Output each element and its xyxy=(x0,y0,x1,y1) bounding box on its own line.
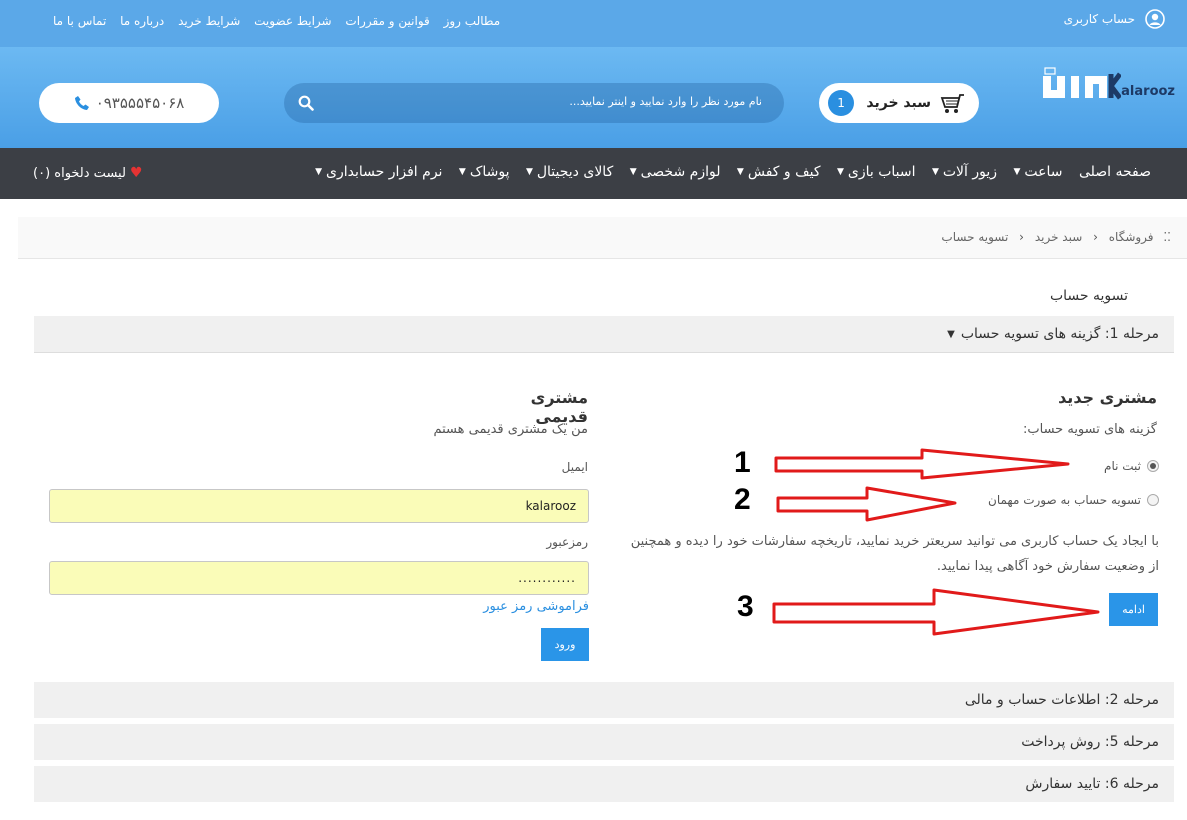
cart-label: سبد خرید xyxy=(866,95,931,111)
breadcrumb-checkout[interactable]: تسویه حساب xyxy=(941,230,1008,244)
step-2-title: مرحله 2: اطلاعات حساب و مالی xyxy=(964,692,1159,708)
nav-item-label: نرم افزار حسابداری xyxy=(326,164,443,180)
wishlist-label: لیست دلخواه (۰) xyxy=(33,165,126,181)
guest-label: تسویه حساب به صورت مهمان xyxy=(988,493,1141,507)
nav-item-label: زیور آلات xyxy=(942,164,998,180)
annotation-label-1: 1 xyxy=(734,446,751,479)
nav-item-label: اسباب بازی xyxy=(847,164,916,180)
user-icon xyxy=(1145,9,1165,29)
forgot-password-link[interactable]: فراموشی رمز عبور xyxy=(420,599,589,614)
chevron-down-icon: ▼ xyxy=(458,167,466,177)
nav-item-toys[interactable]: اسباب بازی▼ xyxy=(837,164,916,180)
cart-icon xyxy=(940,94,964,113)
breadcrumb-cart[interactable]: سبد خرید xyxy=(1035,230,1082,244)
logo-mark-icon xyxy=(1043,67,1122,100)
page-title: تسویه حساب xyxy=(1049,288,1128,304)
register-label: ثبت نام xyxy=(1104,459,1141,473)
arrow-3-icon xyxy=(772,588,1100,636)
top-bar: مطالب روز قوانین و مقررات شرایط عضویت شر… xyxy=(0,0,1187,47)
breadcrumb-bar: ⁚⁚ فروشگاه ‹ سبد خرید ‹ تسویه حساب xyxy=(18,217,1187,259)
chevron-left-icon: ‹ xyxy=(1093,230,1098,244)
guest-radio[interactable] xyxy=(1147,494,1159,506)
chevron-down-icon: ▼ xyxy=(1013,167,1021,177)
site-logo[interactable]: alarooz xyxy=(1041,66,1175,106)
password-field[interactable] xyxy=(49,561,589,595)
search-box[interactable]: نام مورد نظر را وارد نمایید و اینتر نمای… xyxy=(284,83,784,123)
nav-item-personal[interactable]: لوازم شخصی▼ xyxy=(630,164,721,180)
email-label: ایمیل xyxy=(561,460,588,474)
nav-item-digital[interactable]: کالای دیجیتال▼ xyxy=(526,164,613,180)
nav-item-label: پوشاک xyxy=(469,164,510,180)
top-link-rules[interactable]: قوانین و مقررات xyxy=(345,14,429,28)
login-button[interactable]: ورود xyxy=(541,628,589,661)
register-description: با ایجاد یک حساب کاربری می توانید سریعتر… xyxy=(630,534,1159,574)
top-link-daily-posts[interactable]: مطالب روز xyxy=(444,14,501,28)
arrow-1-icon xyxy=(774,448,1070,480)
breadcrumb-shop[interactable]: فروشگاه xyxy=(1109,230,1154,244)
continue-button[interactable]: ادامه xyxy=(1109,593,1158,626)
checkout-options-label: گزینه های تسویه حساب: xyxy=(1023,422,1157,437)
logo-text: alarooz xyxy=(1121,83,1175,99)
top-link-membership[interactable]: شرایط عضویت xyxy=(254,14,331,28)
phone-number: ۰۹۳۵۵۵۴۵۰۶۸ xyxy=(95,94,185,112)
main-nav: صفحه اصلی ساعت▼ زیور آلات▼ اسباب بازی▼ ک… xyxy=(0,148,1187,199)
arrow-2-icon xyxy=(776,486,957,522)
nav-item-label: کیف و کفش xyxy=(747,164,821,180)
top-link-about[interactable]: درباره ما xyxy=(120,14,164,28)
heart-icon: ♥ xyxy=(129,165,143,181)
header: alarooz سبد خرید 1 نام مورد نظر را وارد … xyxy=(0,47,1187,148)
new-customer-heading: مشتری جدید xyxy=(1058,388,1157,407)
returning-customer-subheading: من یک مشتری قدیمی هستم xyxy=(433,422,588,437)
step-6-header[interactable]: مرحله 6: تایید سفارش xyxy=(34,766,1174,802)
nav-item-jewelry[interactable]: زیور آلات▼ xyxy=(932,164,997,180)
breadcrumb: ⁚⁚ فروشگاه ‹ سبد خرید ‹ تسویه حساب xyxy=(941,230,1171,244)
option-guest[interactable]: تسویه حساب به صورت مهمان xyxy=(988,493,1159,507)
search-icon[interactable] xyxy=(298,95,314,111)
step-1-title: مرحله 1: گزینه های تسویه حساب xyxy=(960,326,1159,342)
chevron-down-icon: ▼ xyxy=(931,167,939,177)
wishlist-link[interactable]: ♥ لیست دلخواه (۰) xyxy=(33,165,143,181)
nav-item-clothing[interactable]: پوشاک▼ xyxy=(459,164,510,180)
email-field[interactable] xyxy=(49,489,589,523)
account-label: حساب کاربری xyxy=(1063,12,1135,26)
chevron-down-icon: ▼ xyxy=(315,167,323,177)
step-5-title: مرحله 5: روش پرداخت xyxy=(1021,734,1159,750)
breadcrumb-dots-icon: ⁚⁚ xyxy=(1163,230,1171,244)
nav-item-label: صفحه اصلی xyxy=(1078,164,1151,180)
step-6-title: مرحله 6: تایید سفارش xyxy=(1025,776,1159,792)
chevron-down-icon: ▼ xyxy=(525,167,533,177)
phone-box[interactable]: ۰۹۳۵۵۵۴۵۰۶۸ xyxy=(39,83,219,123)
nav-item-label: لوازم شخصی xyxy=(640,164,721,180)
nav-item-home[interactable]: صفحه اصلی xyxy=(1079,164,1151,180)
returning-customer-heading: مشتری قدیمی xyxy=(530,388,588,426)
top-link-purchase-terms[interactable]: شرایط خرید xyxy=(178,14,240,28)
chevron-down-icon: ▼ xyxy=(836,167,844,177)
annotation-label-3: 3 xyxy=(737,590,754,623)
password-label: رمزعبور xyxy=(546,535,588,549)
chevron-down-icon: ▼ xyxy=(736,167,744,177)
top-links: مطالب روز قوانین و مقررات شرایط عضویت شر… xyxy=(43,14,500,28)
nav-item-bags-shoes[interactable]: کیف و کفش▼ xyxy=(737,164,821,180)
nav-item-label: کالای دیجیتال xyxy=(536,164,614,180)
nav-item-watch[interactable]: ساعت▼ xyxy=(1013,164,1062,180)
nav-item-label: ساعت xyxy=(1024,164,1063,180)
step-1-header[interactable]: مرحله 1: گزینه های تسویه حساب ▼ xyxy=(34,316,1174,353)
cart-count-badge: 1 xyxy=(828,90,854,116)
register-radio[interactable] xyxy=(1147,460,1159,472)
chevron-left-icon: ‹ xyxy=(1019,230,1024,244)
step-5-header[interactable]: مرحله 5: روش پرداخت xyxy=(34,724,1174,760)
cart-button[interactable]: سبد خرید 1 xyxy=(819,83,979,123)
step-2-header[interactable]: مرحله 2: اطلاعات حساب و مالی xyxy=(34,682,1174,718)
top-link-contact[interactable]: تماس با ما xyxy=(53,14,106,28)
search-input[interactable]: نام مورد نظر را وارد نمایید و اینتر نمای… xyxy=(569,95,762,108)
nav-item-accounting-software[interactable]: نرم افزار حسابداری▼ xyxy=(315,164,442,180)
account-link[interactable]: حساب کاربری xyxy=(1064,9,1165,29)
nav-items: صفحه اصلی ساعت▼ زیور آلات▼ اسباب بازی▼ ک… xyxy=(303,164,1151,180)
caret-down-icon: ▼ xyxy=(947,328,955,340)
annotation-label-2: 2 xyxy=(734,483,751,516)
option-register[interactable]: ثبت نام xyxy=(1104,459,1159,473)
phone-icon xyxy=(74,96,89,110)
chevron-down-icon: ▼ xyxy=(629,167,637,177)
